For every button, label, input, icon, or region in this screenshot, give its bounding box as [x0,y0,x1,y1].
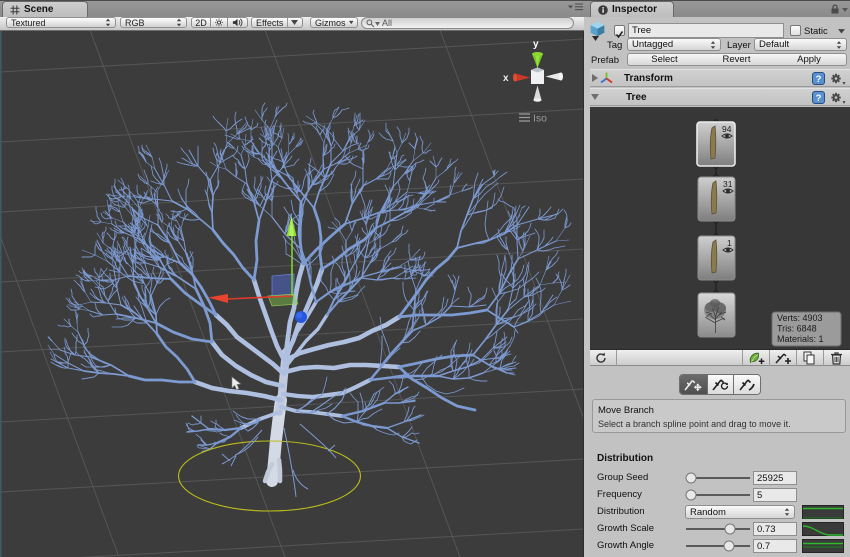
svg-text:Verts: 4903: Verts: 4903 [777,313,823,323]
svg-text:?: ? [816,74,822,85]
svg-text:y: y [533,39,539,50]
svg-text:?: ? [816,93,822,104]
svg-text:x: x [503,73,509,84]
svg-text:31: 31 [723,179,733,189]
svg-text:Iso: Iso [533,113,547,125]
svg-text:1: 1 [727,238,732,248]
svg-text:Materials: 1: Materials: 1 [777,334,824,344]
svg-text:Tris: 6848: Tris: 6848 [777,324,817,334]
svg-text:94: 94 [722,124,732,134]
